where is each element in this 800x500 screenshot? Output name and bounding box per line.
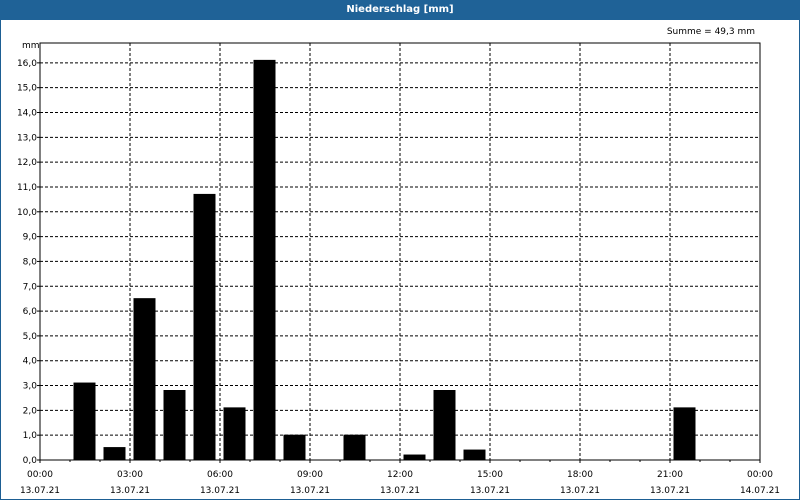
bar [673, 407, 696, 461]
x-tick-label-time: 03:00 [117, 470, 143, 480]
x-tick-label-date: 13.07.21 [20, 486, 60, 496]
x-tick-label-time: 21:00 [657, 470, 683, 480]
y-tick-label: 5,0 [23, 332, 38, 342]
y-tick-label: 10,0 [17, 208, 37, 218]
bar [103, 447, 126, 461]
x-tick-label-date: 13.07.21 [470, 486, 510, 496]
x-tick-label-date: 13.07.21 [650, 486, 690, 496]
chart-svg: 0,0 1,0 2,0 3,0 4,0 5,0 6,0 7,0 8,0 9,0 10,0 11,0 12… [17, 27, 780, 496]
y-tick-label: 6,0 [23, 307, 38, 317]
x-tick-label-time: 00:00 [747, 470, 773, 480]
bars [73, 59, 696, 461]
y-tick-label: 4,0 [23, 357, 38, 367]
y-tick-label: 3,0 [23, 382, 38, 392]
bar [253, 59, 276, 461]
y-tick-label: 11,0 [17, 183, 37, 193]
y-tick-label: 7,0 [23, 282, 38, 292]
bar [403, 454, 426, 461]
y-tick-label: 8,0 [23, 257, 38, 267]
y-tick-label: 14,0 [17, 109, 37, 119]
x-tick-label-date: 13.07.21 [200, 486, 240, 496]
y-tick-label: 1,0 [23, 431, 38, 441]
x-tick-label-time: 15:00 [477, 470, 503, 480]
bar [73, 382, 96, 461]
x-tick-label-date: 13.07.21 [290, 486, 330, 496]
x-tick-label-date: 13.07.21 [110, 486, 150, 496]
y-tick-label: 16,0 [17, 59, 37, 69]
bar [433, 390, 456, 461]
y-axis-unit-label: mm [22, 41, 40, 51]
y-tick-label: 9,0 [23, 233, 38, 243]
bar [463, 449, 486, 461]
bar [193, 193, 216, 461]
bar [283, 434, 306, 461]
x-tick-label-time: 12:00 [387, 470, 413, 480]
y-tick-label: 12,0 [17, 158, 37, 168]
x-tick-label-date: 14.07.21 [740, 486, 780, 496]
bar [163, 390, 186, 461]
axes: 0,0 1,0 2,0 3,0 4,0 5,0 6,0 7,0 8,0 9,0 10,0 11,0 12… [17, 42, 780, 496]
y-tick-label: 15,0 [17, 84, 37, 94]
x-tick-label-date: 13.07.21 [560, 486, 600, 496]
bar [133, 298, 156, 461]
x-tick-label-time: 00:00 [27, 470, 53, 480]
y-tick-label: 13,0 [17, 133, 37, 143]
bar [343, 434, 366, 461]
x-tick-label-time: 06:00 [207, 470, 233, 480]
x-tick-label-time: 09:00 [297, 470, 323, 480]
sum-label: Summe = 49,3 mm [667, 27, 755, 37]
x-tick-label-date: 13.07.21 [380, 486, 420, 496]
bar [223, 407, 246, 461]
y-tick-label: 2,0 [23, 406, 38, 416]
y-tick-label: 0,0 [23, 456, 38, 466]
x-tick-label-time: 18:00 [567, 470, 593, 480]
